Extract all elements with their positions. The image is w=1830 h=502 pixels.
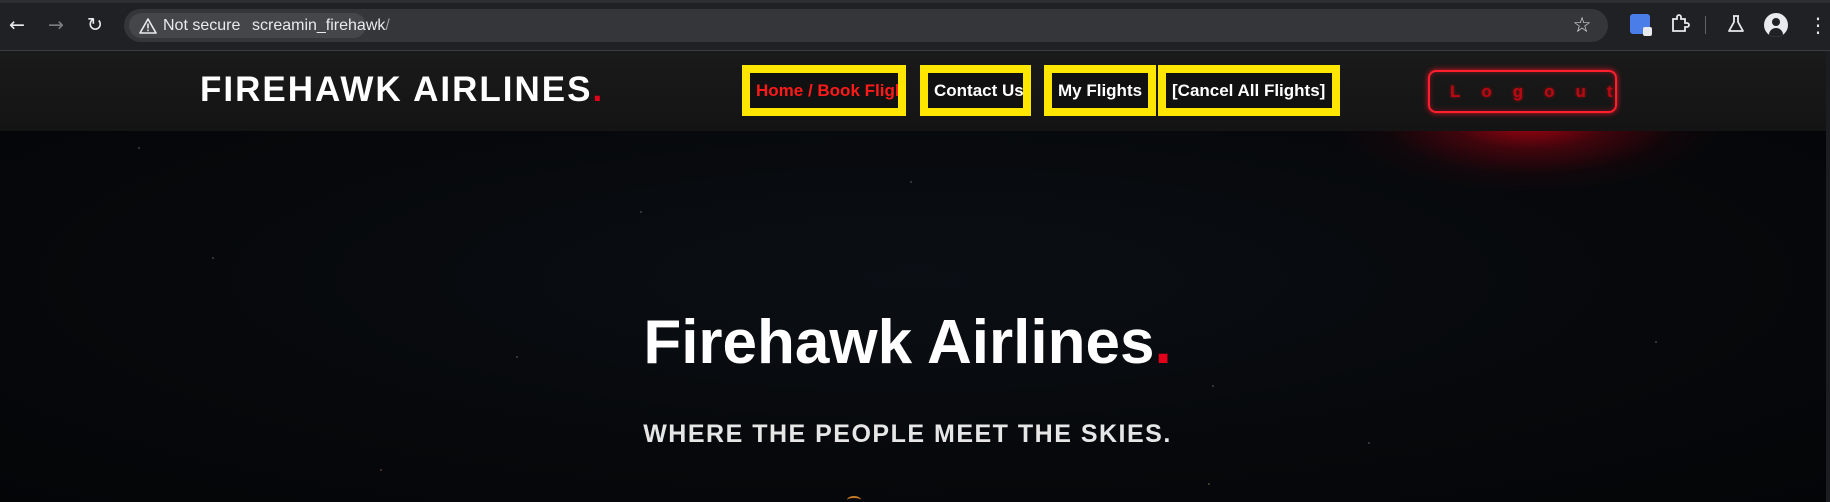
logout-button[interactable]: Logout xyxy=(1428,70,1617,113)
puzzle-icon[interactable] xyxy=(1668,12,1692,36)
flask-icon[interactable] xyxy=(1724,12,1748,36)
google-translate-icon[interactable] xyxy=(1630,14,1652,36)
hero-title-dot: . xyxy=(1154,308,1172,377)
address-bar[interactable]: Not secure screamin_firehawk/ xyxy=(124,9,1608,42)
url-host: screamin_firehawk xyxy=(252,17,386,34)
hero-title: Firehawk Airlines. xyxy=(0,308,1815,378)
page-scrollbar[interactable] xyxy=(1826,51,1830,502)
background-star xyxy=(1208,483,1210,485)
hero-title-text: Firehawk Airlines xyxy=(643,308,1155,377)
warning-triangle-icon xyxy=(139,18,157,34)
forward-icon[interactable]: → xyxy=(44,13,68,37)
logout-glow xyxy=(1340,131,1720,191)
background-star xyxy=(138,147,140,149)
hero-graphic-peek xyxy=(847,496,861,502)
url-text[interactable]: screamin_firehawk/ xyxy=(252,16,390,36)
background-star xyxy=(1212,385,1214,387)
bookmark-star-icon[interactable]: ☆ xyxy=(1569,12,1595,38)
url-path: / xyxy=(385,17,390,34)
nav-cancel-all-flights[interactable]: [Cancel All Flights] xyxy=(1158,65,1340,116)
brand-text: FIREHAWK AIRLINES xyxy=(200,70,593,109)
profile-icon[interactable] xyxy=(1764,13,1788,37)
site-header: FIREHAWK AIRLINES. Home / Book Flights C… xyxy=(0,51,1830,131)
security-label: Not secure xyxy=(163,17,241,34)
tab-strip-edge xyxy=(0,0,1830,3)
background-star xyxy=(380,469,382,471)
back-icon[interactable]: ← xyxy=(5,13,29,37)
reload-icon[interactable]: ↻ xyxy=(83,13,107,37)
background-star xyxy=(910,181,912,183)
nav-home-book-flights[interactable]: Home / Book Flights xyxy=(742,65,906,116)
browser-toolbar: ← → ↻ Not secure screamin_firehawk/ ☆ ⋮ xyxy=(0,0,1830,51)
brand-dot: . xyxy=(592,70,605,109)
nav-contact-us[interactable]: Contact Us xyxy=(920,65,1031,116)
hero-subtitle: WHERE THE PEOPLE MEET THE SKIES. xyxy=(643,420,1172,448)
brand-logo[interactable]: FIREHAWK AIRLINES. xyxy=(200,69,604,111)
toolbar-divider xyxy=(1705,16,1706,34)
nav-my-flights[interactable]: My Flights xyxy=(1044,65,1156,116)
background-star xyxy=(212,257,214,259)
background-star xyxy=(640,211,642,213)
kebab-menu-icon[interactable]: ⋮ xyxy=(1808,12,1828,38)
hero-section: Firehawk Airlines. WHERE THE PEOPLE MEET… xyxy=(0,131,1830,502)
